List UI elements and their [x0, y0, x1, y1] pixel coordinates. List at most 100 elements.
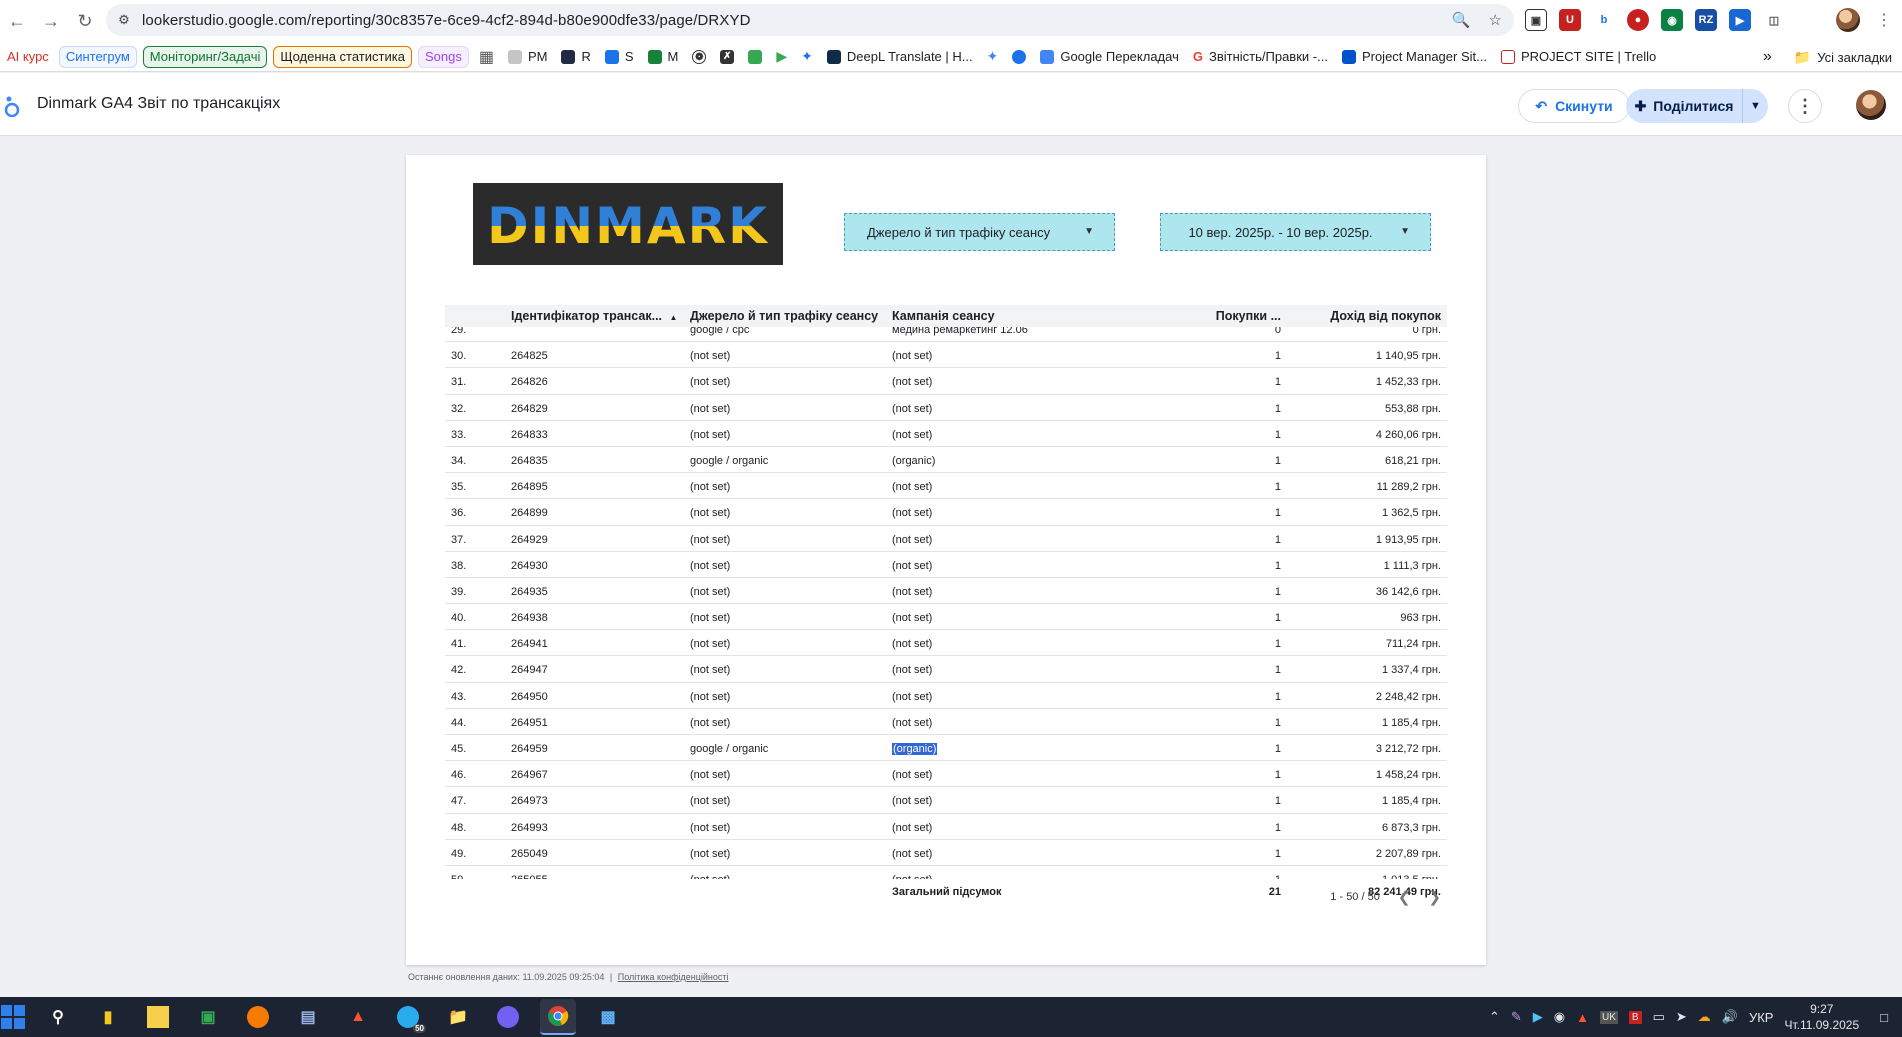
bookmark-daily-stats[interactable]: Щоденна статистика	[273, 45, 412, 68]
table-row[interactable]: 45. 264959 google / organic (organic) 1 3 212…	[445, 735, 1447, 762]
chrome-icon[interactable]	[540, 999, 576, 1035]
play-extension-icon[interactable]: ▶	[1729, 9, 1751, 31]
reload-icon[interactable]: ↻	[68, 4, 102, 38]
browser-menu-icon[interactable]: ⋮	[1876, 10, 1892, 30]
red-extension-icon[interactable]: ●	[1627, 9, 1649, 31]
tray-overflow-icon[interactable]: ⌃	[1489, 1009, 1500, 1025]
bookmark-deepl[interactable]: DeepL Translate | Н...	[820, 46, 980, 68]
table-row[interactable]: 32. 264829 (not set) (not set) 1 553,88 грн.	[445, 395, 1447, 421]
file-explorer-icon[interactable]: 📁	[440, 999, 476, 1035]
blue-circle-bookmark-icon[interactable]	[1005, 46, 1033, 68]
viber-icon[interactable]	[490, 999, 526, 1035]
cloud-tray-icon[interactable]: ☁	[1698, 1009, 1711, 1025]
url-text[interactable]: lookerstudio.google.com/reporting/30c835…	[142, 12, 751, 29]
bookmark-project-manager[interactable]: Project Manager Sit...	[1335, 46, 1494, 68]
bookmark-star-icon[interactable]: ☆	[1489, 11, 1502, 29]
bookmark-r[interactable]: R	[554, 46, 597, 68]
table-row[interactable]: 50.265055(not set)(not set)11 013,5 грн.	[445, 866, 1447, 879]
more-options-icon[interactable]: ⋮	[1788, 89, 1822, 123]
all-bookmarks-folder[interactable]: 📁 Усі закладки	[1794, 46, 1892, 68]
table-row[interactable]: 40. 264938 (not set) (not set) 1 963 грн.	[445, 604, 1447, 631]
dark-bookmark-icon[interactable]: ✗	[713, 46, 741, 68]
orange-app-icon[interactable]	[240, 999, 276, 1035]
table-row[interactable]: 39. 264935 (not set) (not set) 1 36 142,6 грн…	[445, 578, 1447, 605]
table-row[interactable]: 42. 264947 (not set) (not set) 1 1 337,4 грн.	[445, 656, 1447, 683]
telegram-icon[interactable]: 50	[390, 999, 426, 1035]
green-extension-icon[interactable]: ◉	[1661, 9, 1683, 31]
red-b-tray-icon[interactable]: B	[1628, 1010, 1642, 1024]
site-info-icon[interactable]: ⚙	[106, 12, 142, 28]
date-range-dropdown[interactable]: 10 вер. 2025р. - 10 вер. 2025р. ▼	[1160, 213, 1431, 251]
file-app-icon[interactable]: ▮	[90, 999, 126, 1035]
profile-avatar-small[interactable]	[1836, 8, 1860, 32]
search-icon[interactable]: ⚲	[40, 999, 76, 1035]
report-title[interactable]: Dinmark GA4 Звіт по трансакціях	[37, 95, 280, 113]
forward-icon[interactable]: →	[34, 4, 68, 38]
ublock-icon[interactable]: U	[1559, 9, 1581, 31]
play-bookmark-icon[interactable]: ▶	[769, 46, 794, 68]
table-row[interactable]: 49. 265049 (not set) (not set) 1 2 207,89 грн…	[445, 840, 1447, 866]
telegram-tray-icon[interactable]: ➤	[1676, 1009, 1687, 1025]
reset-button[interactable]: ↶ Скинути	[1518, 89, 1630, 123]
column-header-source[interactable]: Джерело й тип трафіку сеансу	[690, 309, 878, 323]
bookmark-s[interactable]: S	[598, 46, 641, 68]
chatgpt-bookmark-icon[interactable]: ❁	[685, 46, 713, 68]
address-bar[interactable]: ⚙ lookerstudio.google.com/reporting/30c8…	[106, 4, 1514, 36]
next-page-icon[interactable]: ❯	[1428, 888, 1441, 906]
brave-browser-icon[interactable]: ▲	[340, 999, 376, 1035]
table-row[interactable]: 43. 264950 (not set) (not set) 1 2 248,42 грн…	[445, 683, 1447, 709]
volume-icon[interactable]: 🔊	[1722, 1009, 1738, 1025]
chat-app-icon[interactable]: ▣	[190, 999, 226, 1035]
uk-tray-icon[interactable]: UK	[1599, 1010, 1618, 1024]
table-row[interactable]: 36. 264899 (not set) (not set) 1 1 362,5 грн.	[445, 499, 1447, 526]
document-app-icon[interactable]: ▤	[290, 999, 326, 1035]
gemini-bookmark-icon[interactable]: ✦	[980, 46, 1006, 68]
b-extension-icon[interactable]: b	[1593, 9, 1615, 31]
green-bookmark-icon[interactable]	[741, 46, 769, 68]
apps-grid-icon[interactable]: ▦	[472, 46, 501, 68]
bookmark-ai-course[interactable]: AI курс	[0, 46, 56, 68]
bookmark-monitoring[interactable]: Моніторинг/Задачі	[142, 45, 268, 68]
brave-tray-icon[interactable]: ▲	[1576, 1010, 1589, 1025]
source-filter-dropdown[interactable]: Джерело й тип трафіку сеансу ▼	[844, 213, 1115, 251]
more-bookmarks-icon[interactable]: »	[1763, 48, 1772, 66]
monitor-tray-icon[interactable]: ▭	[1653, 1009, 1665, 1025]
bookmark-pm[interactable]: PM	[501, 46, 555, 68]
column-header-transaction-id[interactable]: Ідентифікатор трансак... ▲	[511, 309, 677, 323]
windows-start-icon[interactable]	[0, 999, 26, 1035]
table-row[interactable]: 35. 264895 (not set) (not set) 1 11 289,2 грн…	[445, 473, 1447, 500]
table-row[interactable]: 48. 264993 (not set) (not set) 1 6 873,3 грн.	[445, 814, 1447, 840]
share-dropdown-icon[interactable]: ▼	[1742, 89, 1768, 123]
bookmark-google-translate[interactable]: Google Перекладач	[1033, 46, 1186, 68]
share-button[interactable]: ✚ Поділитися	[1626, 89, 1742, 123]
zoom-icon[interactable]: 🔍	[1452, 11, 1471, 29]
bookmark-m[interactable]: M	[641, 46, 686, 68]
table-row[interactable]: 33. 264833 (not set) (not set) 1 4 260,06 грн…	[445, 421, 1447, 447]
table-row[interactable]: 37. 264929 (not set) (not set) 1 1 913,95 грн…	[445, 526, 1447, 552]
table-body[interactable]: 29. google / cpc медина ремаркетинг 12.06 0…	[445, 327, 1447, 879]
user-avatar[interactable]	[1856, 90, 1886, 120]
table-row[interactable]: 38. 264930 (not set) (not set) 1 1 111,3 грн.	[445, 552, 1447, 578]
sticky-notes-icon[interactable]	[140, 999, 176, 1035]
column-header-purchases[interactable]: Покупки ...	[1216, 309, 1281, 323]
clock[interactable]: 9:27 Чт.11.09.2025	[1784, 1001, 1859, 1033]
table-row[interactable]: 31. 264826 (not set) (not set) 1 1 452,33 грн…	[445, 368, 1447, 395]
table-row[interactable]: 41. 264941 (not set) (not set) 1 711,24 грн.	[445, 630, 1447, 657]
bird-bookmark-icon[interactable]: ✦	[794, 46, 820, 68]
notifications-icon[interactable]: □	[1880, 1010, 1888, 1025]
privacy-policy-link[interactable]: Політика конфіденційності	[618, 972, 729, 982]
table-row[interactable]: 34. 264835 google / organic (organic) 1 618,2…	[445, 447, 1447, 474]
column-header-campaign[interactable]: Кампанія сеансу	[892, 309, 995, 323]
bookmark-project-site-trello[interactable]: PROJECT SITE | Trello	[1494, 46, 1663, 68]
pen-icon[interactable]: ✎	[1511, 1009, 1522, 1025]
puzzle-extensions-icon[interactable]: ◫	[1763, 9, 1785, 31]
table-row[interactable]: 30. 264825 (not set) (not set) 1 1 140,95 грн…	[445, 342, 1447, 369]
bookmark-reports[interactable]: G Звітність/Правки -...	[1186, 46, 1335, 68]
looker-studio-logo-icon[interactable]	[4, 95, 20, 117]
headset-icon[interactable]: ◉	[1554, 1009, 1565, 1025]
play-tray-icon[interactable]: ▶	[1533, 1009, 1543, 1025]
table-row[interactable]: 29. google / cpc медина ремаркетинг 12.06 0…	[445, 327, 1447, 343]
bookmark-songs[interactable]: Songs	[417, 45, 469, 68]
language-indicator[interactable]: УКР	[1749, 1010, 1774, 1025]
column-header-revenue[interactable]: Дохід від покупок	[1330, 309, 1441, 323]
